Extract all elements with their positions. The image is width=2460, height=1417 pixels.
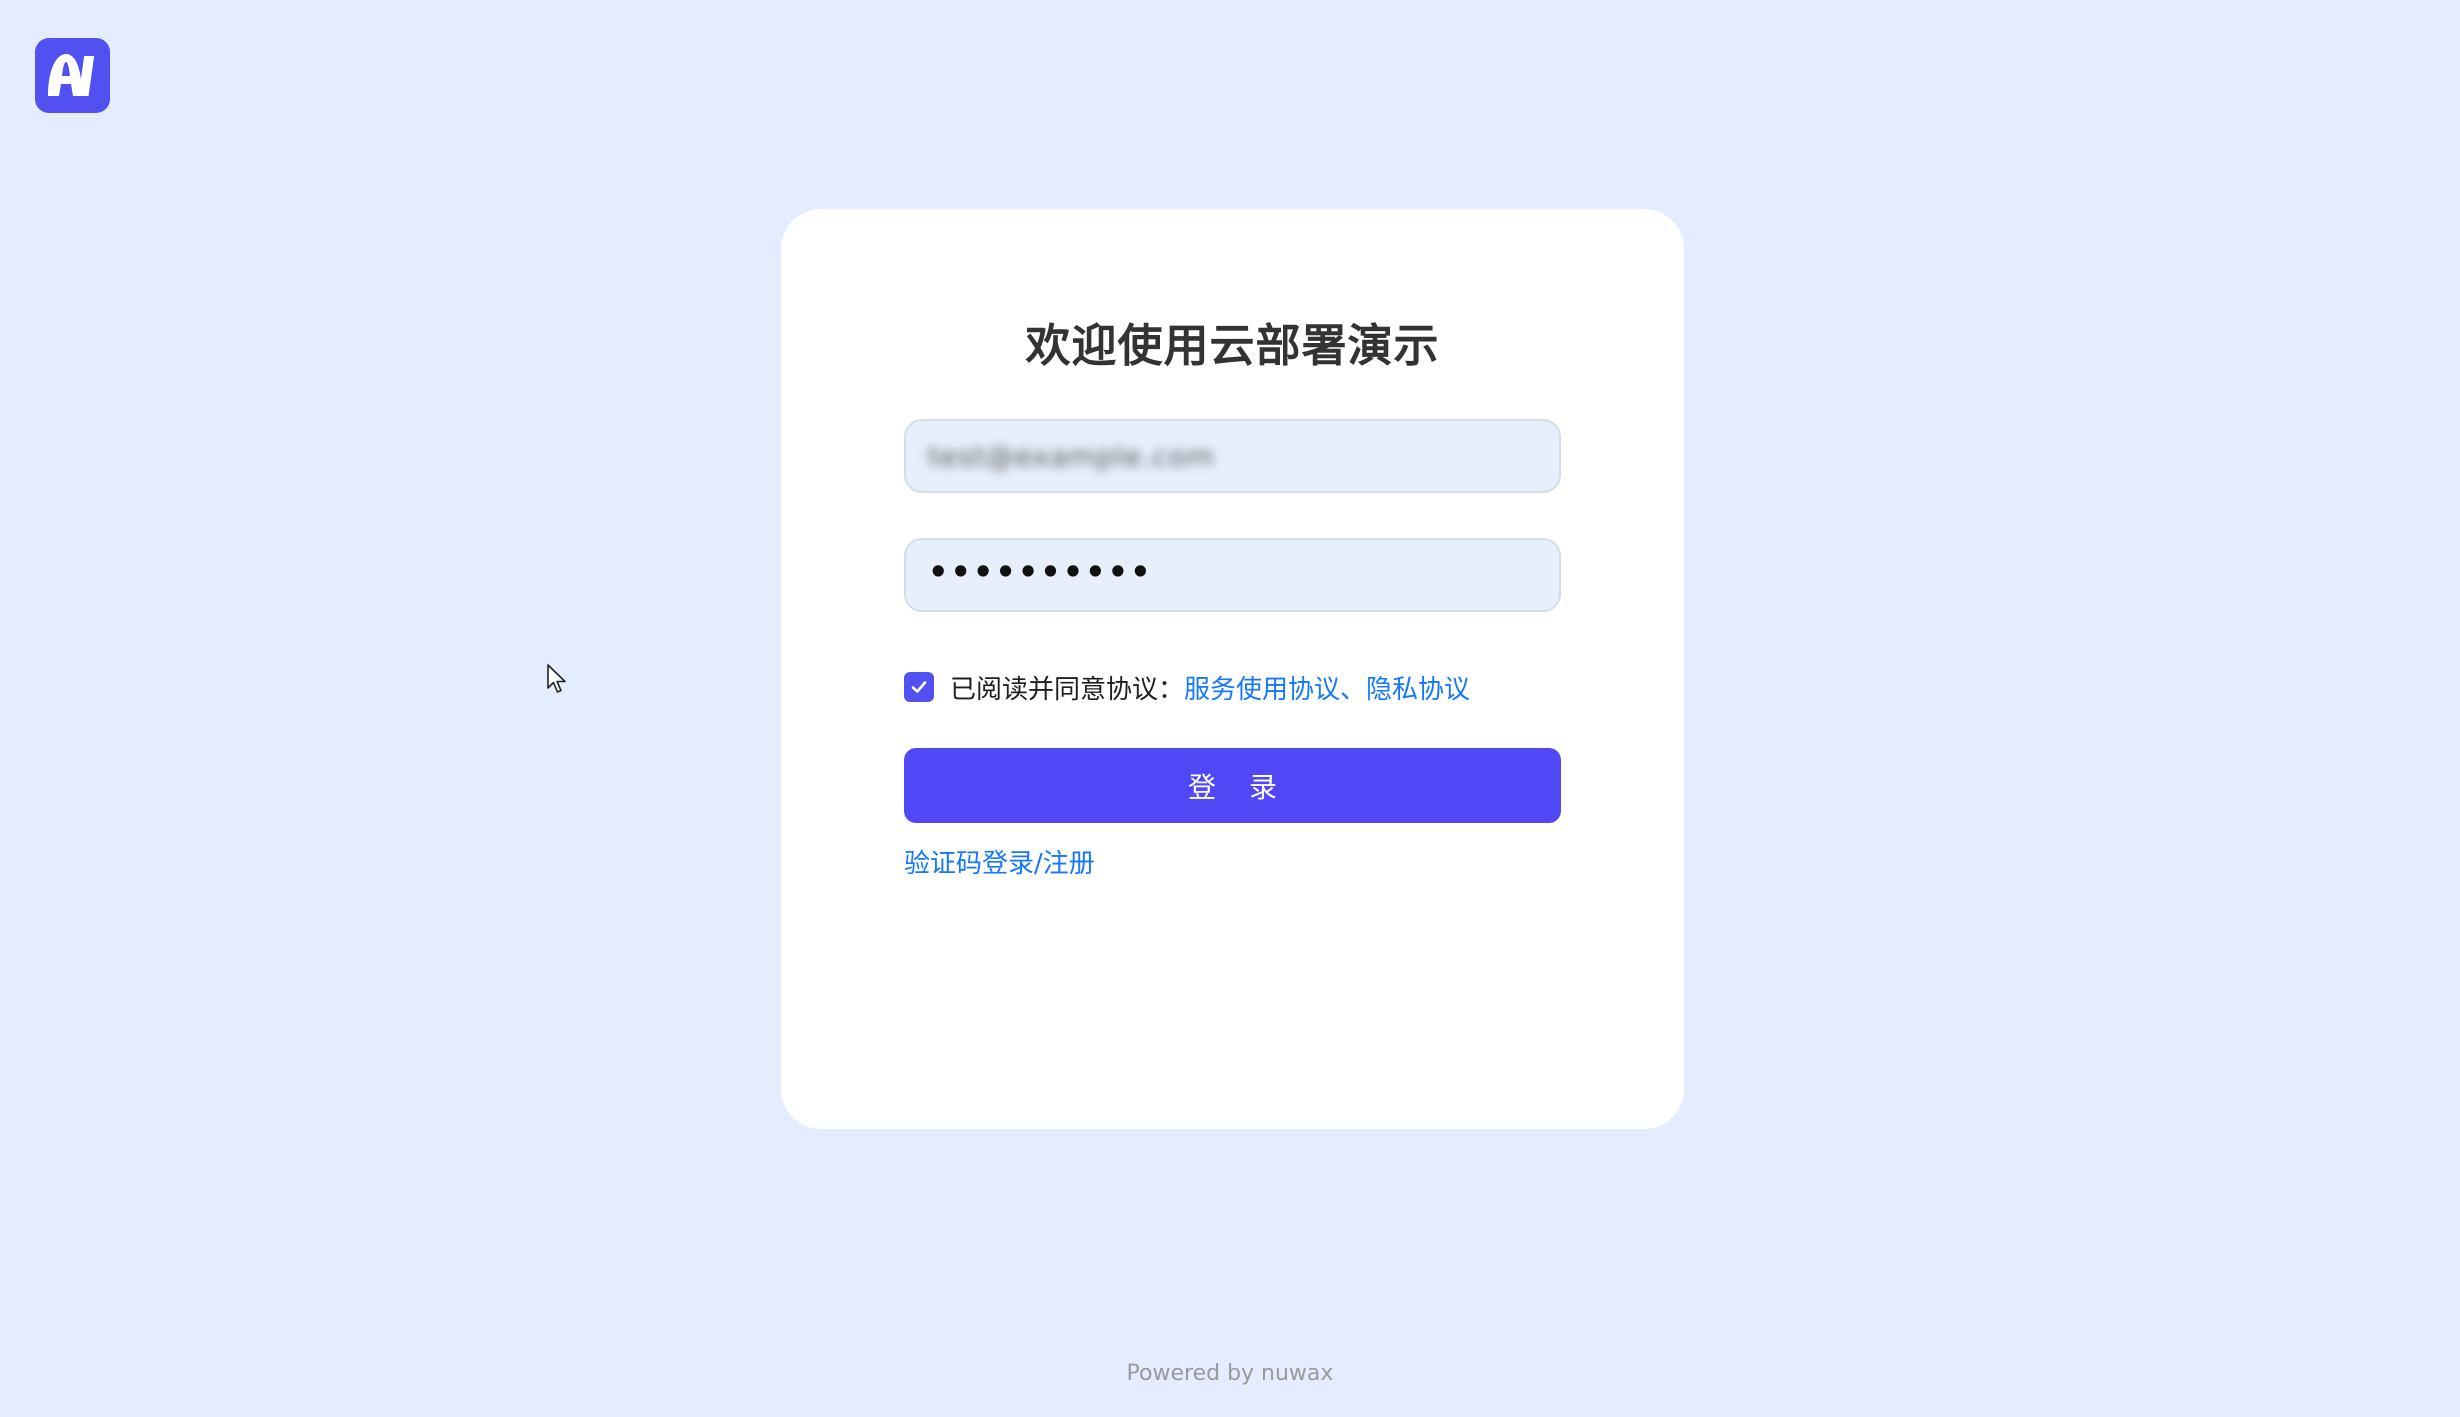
agreement-label: 已阅读并同意协议：	[950, 674, 1185, 705]
password-field[interactable]: ••••••••••	[904, 538, 1561, 612]
email-field[interactable]: test@example.com	[904, 419, 1561, 493]
agreement-row: 已阅读并同意协议： 服务使用协议、隐私协议	[904, 669, 1470, 706]
password-value[interactable]: ••••••••••	[928, 553, 1153, 591]
check-icon	[911, 681, 927, 693]
email-value[interactable]: test@example.com	[928, 440, 1215, 473]
page-title: 欢迎使用云部署演示	[1025, 319, 1440, 372]
mouse-cursor-icon	[547, 664, 566, 693]
agreement-links[interactable]: 服务使用协议、隐私协议	[1184, 669, 1470, 706]
sms-login-link[interactable]: 验证码登录/注册	[904, 843, 1095, 880]
app-logo[interactable]	[35, 38, 110, 113]
ai-logo-icon	[47, 53, 94, 96]
login-button[interactable]: 登 录	[904, 748, 1561, 823]
agreement-checkbox[interactable]	[904, 672, 934, 702]
login-card: 欢迎使用云部署演示 test@example.com •••••••••• 已阅…	[781, 209, 1684, 1129]
footer-powered-by: Powered by nuwax	[1126, 1361, 1334, 1386]
